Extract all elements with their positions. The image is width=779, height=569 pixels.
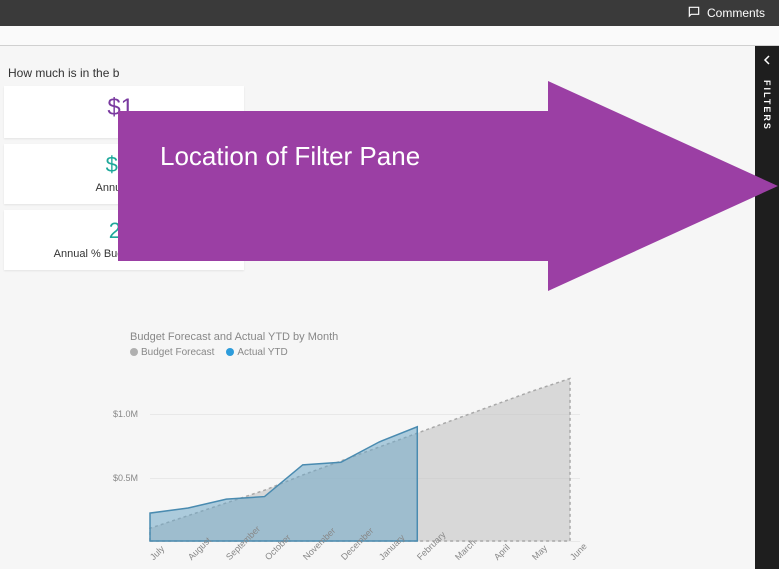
- dot-grey-icon: [130, 348, 138, 356]
- x-axis-label: June: [568, 541, 589, 562]
- comments-label: Comments: [707, 6, 765, 20]
- x-axis-label: May: [530, 543, 549, 562]
- section-title: How much is in the b: [8, 66, 119, 80]
- comments-icon: [687, 5, 701, 22]
- chart-container[interactable]: Budget Forecast and Actual YTD by Month …: [130, 331, 590, 569]
- toolbar-strip: [0, 26, 779, 46]
- top-bar: Comments: [0, 0, 779, 26]
- annotation-arrow-icon: [118, 81, 778, 291]
- chart-title: Budget Forecast and Actual YTD by Month: [130, 331, 590, 343]
- chevron-left-icon: [762, 52, 772, 70]
- legend-grey: Budget Forecast: [141, 347, 214, 358]
- x-axis-label: April: [492, 542, 512, 562]
- legend-blue: Actual YTD: [237, 347, 287, 358]
- y-axis-label: $0.5M: [104, 473, 138, 483]
- x-axis-label: July: [148, 544, 166, 562]
- y-axis-label: $1.0M: [104, 409, 138, 419]
- chart-plot-area: $1.0M$0.5MJulyAugustSeptemberOctoberNove…: [140, 376, 580, 541]
- comments-button[interactable]: Comments: [687, 5, 765, 22]
- workspace: How much is in the b $1. $30 Annual Bud …: [0, 46, 779, 569]
- annotation-text: Location of Filter Pane: [160, 141, 420, 172]
- chart-legend: Budget Forecast Actual YTD: [130, 347, 590, 358]
- dot-blue-icon: [226, 348, 234, 356]
